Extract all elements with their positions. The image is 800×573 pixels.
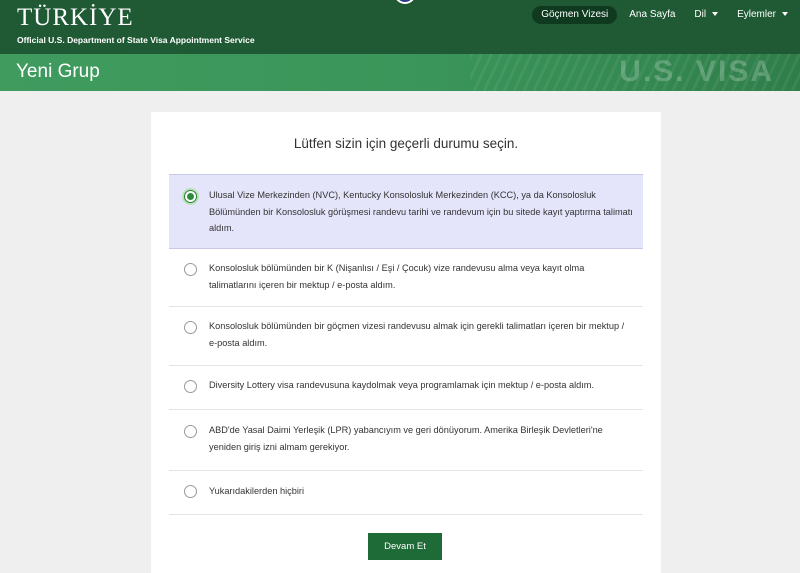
- option-label: Ulusal Vize Merkezinden (NVC), Kentucky …: [209, 190, 633, 233]
- nav-language-dropdown[interactable]: Dil: [687, 6, 725, 24]
- option-label: Diversity Lottery visa randevusuna kaydo…: [209, 380, 595, 390]
- continue-button[interactable]: Devam Et: [368, 533, 442, 560]
- option-diversity-lottery[interactable]: Diversity Lottery visa randevusuna kaydo…: [169, 366, 643, 410]
- radio-button[interactable]: [184, 380, 197, 393]
- site-subtitle: Official U.S. Department of State Visa A…: [17, 35, 255, 45]
- top-nav: Göçmen Vizesi Ana Sayfa Dil Eylemler: [532, 6, 800, 24]
- option-label: Yukarıdakilerden hiçbiri: [209, 486, 304, 496]
- option-label: Konsolosluk bölümünden bir K (Nişanlısı …: [209, 263, 585, 290]
- option-nvc-kcc[interactable]: Ulusal Vize Merkezinden (NVC), Kentucky …: [169, 174, 643, 249]
- chevron-down-icon: [712, 12, 719, 17]
- nav-home-label: Ana Sayfa: [629, 9, 676, 20]
- site-title: TÜRKİYE: [17, 4, 134, 31]
- nav-home[interactable]: Ana Sayfa: [622, 6, 682, 24]
- sub-header: Yeni Grup U.S. VISA: [0, 54, 800, 91]
- nav-immigrant-visa[interactable]: Göçmen Vizesi: [532, 6, 618, 24]
- option-none-of-above[interactable]: Yukarıdakilerden hiçbiri: [169, 471, 643, 515]
- radio-button[interactable]: [184, 321, 197, 334]
- radio-button-checked[interactable]: [184, 190, 197, 203]
- form-prompt: Lütfen sizin için geçerli durumu seçin.: [293, 136, 519, 151]
- option-k-visa[interactable]: Konsolosluk bölümünden bir K (Nişanlısı …: [169, 249, 643, 307]
- radio-button[interactable]: [184, 485, 197, 498]
- page-title: Yeni Grup: [16, 61, 100, 82]
- nav-actions-label: Eylemler: [737, 9, 776, 20]
- chevron-down-icon: [782, 12, 788, 17]
- option-immigrant-visa-letter[interactable]: Konsolosluk bölümünden bir göçmen vizesi…: [169, 307, 643, 366]
- nav-language-label: Dil: [694, 9, 707, 20]
- nav-actions-dropdown[interactable]: Eylemler: [730, 6, 795, 24]
- option-lpr-reentry[interactable]: ABD'de Yasal Daimi Yerleşik (LPR) yabanc…: [169, 410, 643, 471]
- banner-watermark: U.S. VISA: [619, 55, 774, 88]
- situation-form-card: Lütfen sizin için geçerli durumu seçin. …: [151, 112, 661, 573]
- top-header: TÜRKİYE Official U.S. Department of Stat…: [0, 0, 800, 54]
- radio-button[interactable]: [184, 425, 197, 438]
- option-label: ABD'de Yasal Daimi Yerleşik (LPR) yabanc…: [209, 425, 603, 452]
- option-label: Konsolosluk bölümünden bir göçmen vizesi…: [209, 321, 625, 348]
- state-department-seal-icon: [394, 0, 416, 4]
- nav-immigrant-visa-label: Göçmen Vizesi: [541, 9, 609, 20]
- radio-button[interactable]: [184, 263, 197, 276]
